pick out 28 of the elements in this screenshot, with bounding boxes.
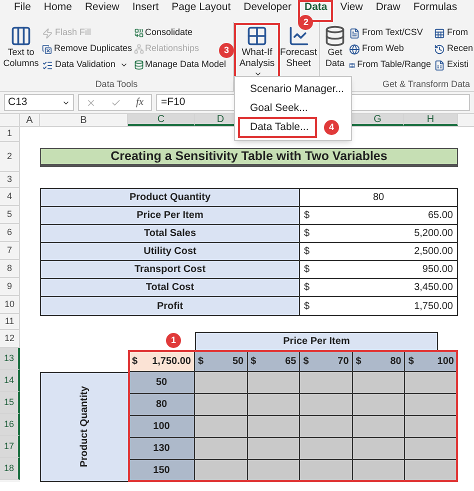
table-header: Product Quantity <box>40 372 128 482</box>
table-cell-text: $ 950.00 <box>303 263 454 277</box>
sheet-title: Creating a Sensitivity Table with Two Variables <box>40 148 458 166</box>
group-title: Get & Transform Data <box>382 78 471 90</box>
table-cell: $ 70 <box>300 350 353 372</box>
table-cell: $ 50 <box>195 350 248 372</box>
table-cell-text: $ 5,200.00 <box>303 227 454 241</box>
step-badge: 1 <box>166 333 181 348</box>
table-cell: Total Sales <box>41 225 300 242</box>
table-cell-text: $ 3,450.00 <box>303 281 454 295</box>
table-cell: 80 <box>128 394 195 416</box>
table-cell: Transport Cost <box>41 261 300 278</box>
table-cell: 50 <box>128 372 195 394</box>
table-cell: 130 <box>128 438 195 460</box>
step-badge: 3 <box>219 43 234 58</box>
table-cell-text: $ 1,750.00 <box>303 300 454 314</box>
step-badge: 4 <box>324 120 339 135</box>
table-cell: Utility Cost <box>41 243 300 260</box>
table-cell-text: $ 2,500.00 <box>303 245 454 259</box>
table-cell: Product Quantity <box>41 189 300 206</box>
table-header: Price Per Item <box>195 332 438 350</box>
table-cell: Price Per Item <box>41 207 300 224</box>
table-cell: 100 <box>128 416 195 438</box>
table-cell-text: 80 <box>372 191 386 205</box>
group-title: Data Tools <box>95 78 138 90</box>
table-cell: Total Cost <box>41 279 300 296</box>
table-cell: Profit <box>41 297 300 315</box>
table-cell-text: $ 65.00 <box>303 209 454 223</box>
